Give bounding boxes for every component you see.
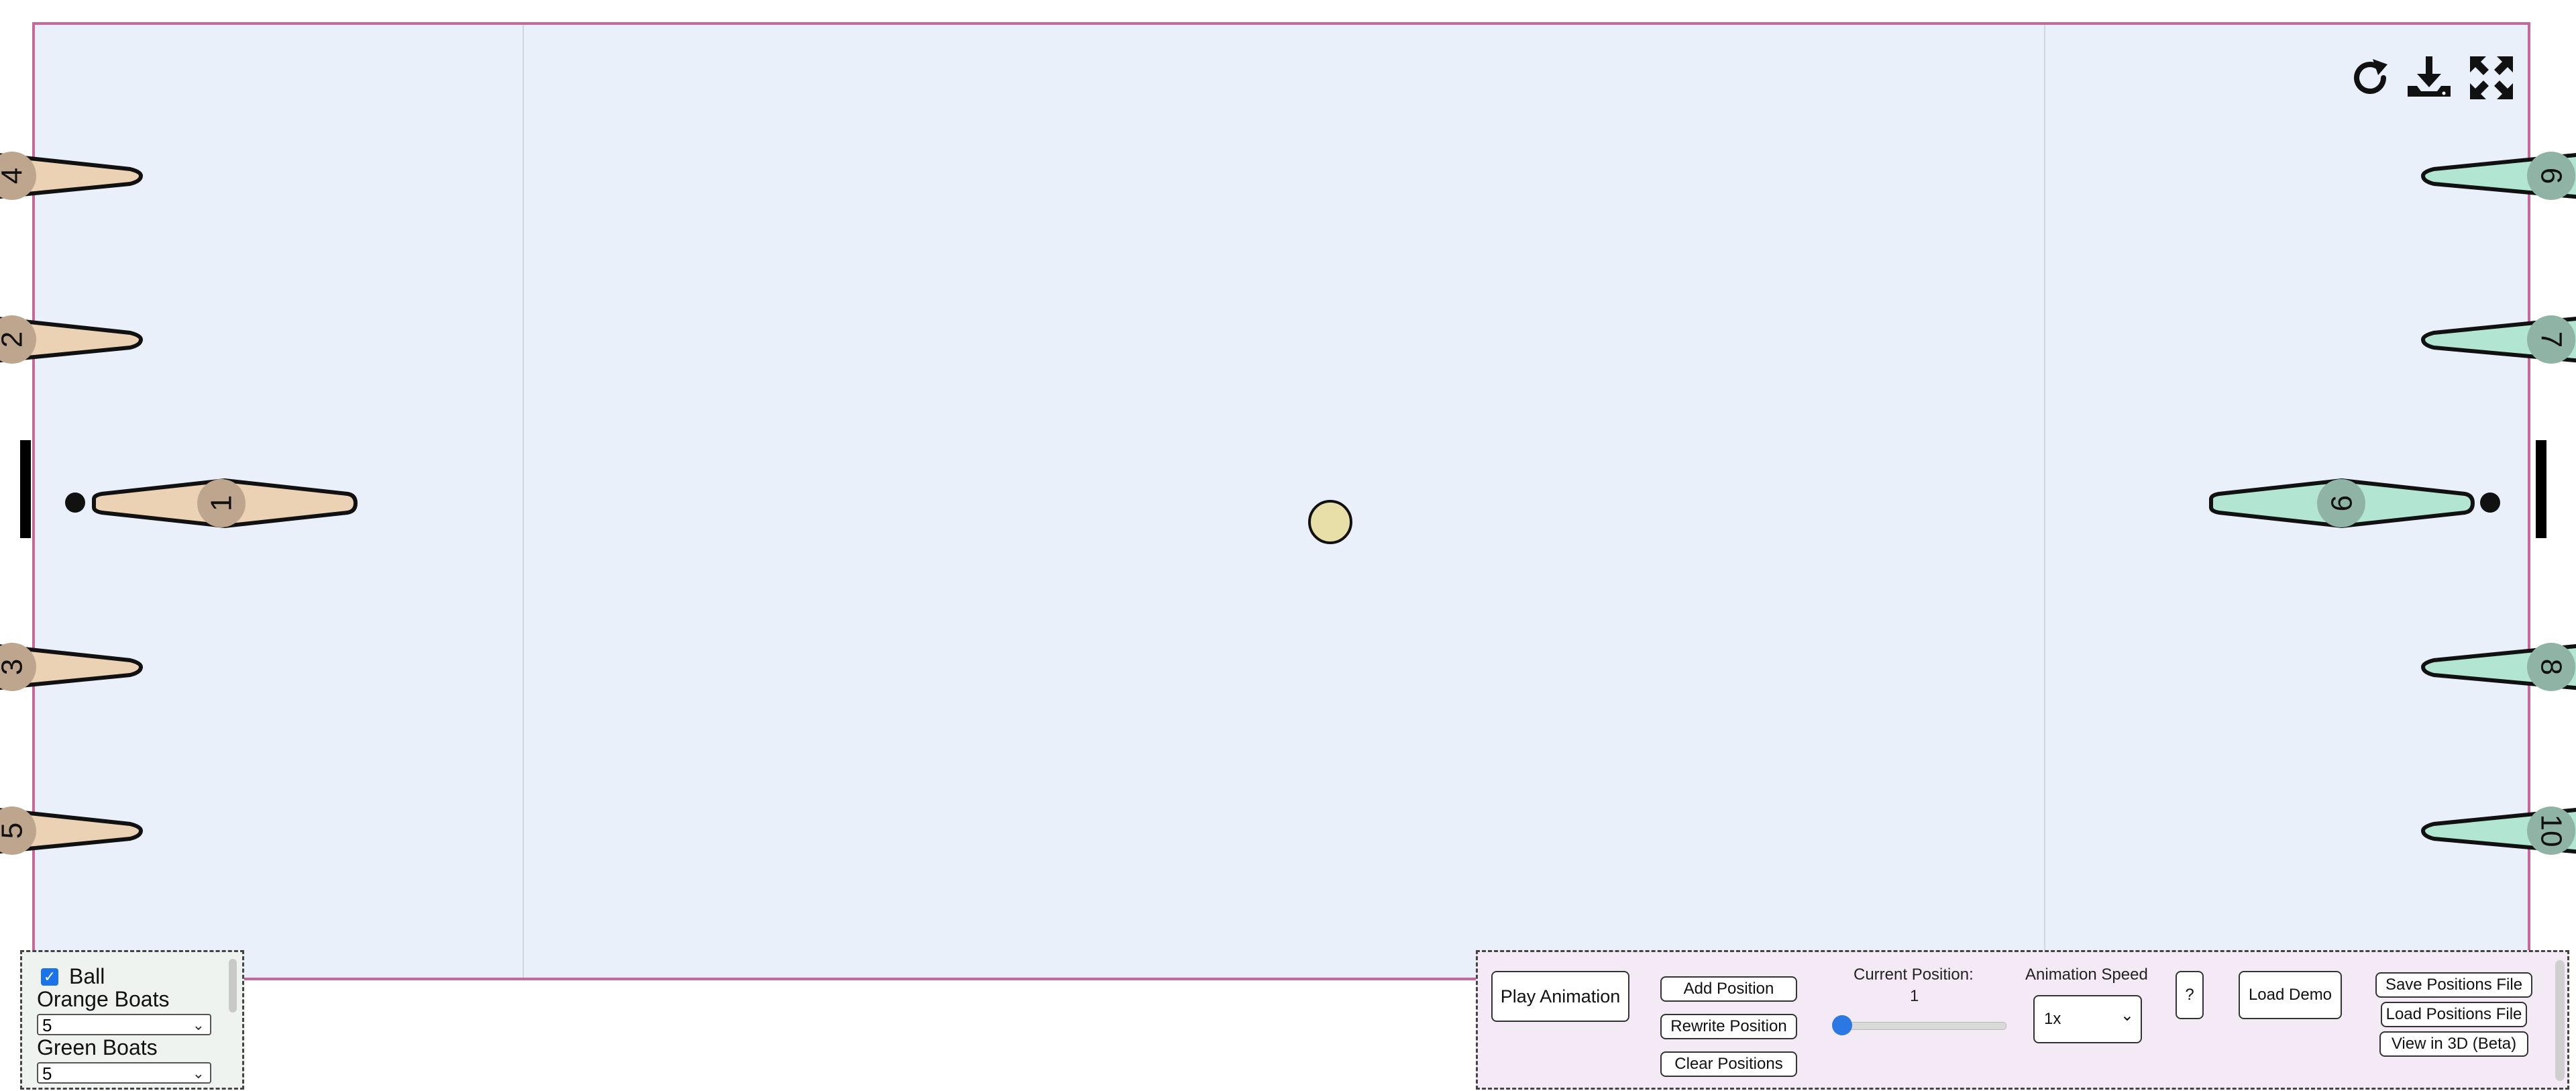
current-position-label: Current Position: xyxy=(1854,966,1974,984)
ball-checkbox[interactable]: ✓ xyxy=(41,968,58,986)
view-in-3d-button[interactable]: View in 3D (Beta) xyxy=(2379,1031,2528,1057)
animation-speed-select[interactable]: 1x ⌄ xyxy=(2033,995,2142,1043)
ball-label: Ball xyxy=(69,964,105,988)
play-animation-button[interactable]: Play Animation xyxy=(1491,971,1629,1022)
animation-speed-value: 1x xyxy=(2044,1010,2061,1028)
controls-scrollbar[interactable] xyxy=(2555,960,2565,1081)
download-icon[interactable] xyxy=(2404,52,2455,103)
fullscreen-icon[interactable] xyxy=(2466,52,2517,103)
position-slider-handle[interactable] xyxy=(1832,1015,1852,1035)
controls-panel: Play Animation Add Position Rewrite Posi… xyxy=(1476,950,2569,1090)
orange-boat-number: 4 xyxy=(0,168,29,184)
orange-boat-4[interactable]: 4 xyxy=(0,152,144,200)
position-slider-track[interactable] xyxy=(1833,1022,2006,1030)
orange-boat-3[interactable]: 3 xyxy=(0,643,144,691)
settings-scrollbar[interactable] xyxy=(229,959,237,1012)
orange-boat-number: 1 xyxy=(205,495,238,511)
orange-boat-2[interactable]: 2 xyxy=(0,315,144,364)
add-position-button[interactable]: Add Position xyxy=(1660,976,1797,1002)
save-positions-file-button[interactable]: Save Positions File xyxy=(2375,972,2532,998)
orange-boat-number: 3 xyxy=(0,659,29,675)
chevron-down-icon: ⌄ xyxy=(192,1017,205,1033)
chevron-down-icon: ⌄ xyxy=(2120,1006,2134,1025)
green-boat-number: 7 xyxy=(2535,331,2568,348)
green-boats-label: Green Boats xyxy=(37,1035,158,1059)
green-boat-number: 9 xyxy=(2325,495,2358,511)
boats-layer: 4 2 1 3 5 6 7 9 8 10 xyxy=(0,152,2576,855)
chevron-down-icon: ⌄ xyxy=(192,1065,205,1082)
green-boats-select-value: 5 xyxy=(42,1063,52,1084)
clear-positions-button[interactable]: Clear Positions xyxy=(1660,1051,1797,1077)
ball[interactable] xyxy=(1308,500,1352,544)
green-boat-6[interactable]: 6 xyxy=(2420,152,2576,200)
green-boat-7[interactable]: 7 xyxy=(2420,315,2576,364)
orange-boat-number: 5 xyxy=(0,823,29,839)
orange-boat-1[interactable]: 1 xyxy=(92,478,358,529)
help-button[interactable]: ? xyxy=(2176,971,2204,1019)
orange-boats-label: Orange Boats xyxy=(37,987,170,1011)
load-positions-file-button[interactable]: Load Positions File xyxy=(2381,1002,2527,1027)
animation-speed-label: Animation Speed xyxy=(2025,966,2148,984)
orange-boat-5[interactable]: 5 xyxy=(0,807,144,855)
green-boat-number: 10 xyxy=(2535,815,2568,847)
load-demo-button[interactable]: Load Demo xyxy=(2239,971,2342,1019)
rewrite-position-button[interactable]: Rewrite Position xyxy=(1660,1014,1797,1039)
orange-boats-select[interactable]: 5 ⌄ xyxy=(37,1014,211,1035)
orange-boat-number: 2 xyxy=(0,331,29,348)
green-boat-10[interactable]: 10 xyxy=(2420,807,2576,855)
orange-boats-select-value: 5 xyxy=(42,1015,52,1035)
green-boat-9[interactable]: 9 xyxy=(2209,478,2475,529)
green-boats-select[interactable]: 5 ⌄ xyxy=(37,1062,211,1084)
current-position-value: 1 xyxy=(1910,987,1919,1005)
green-boat-number: 8 xyxy=(2535,659,2568,675)
settings-panel: ✓ Ball Orange Boats 5 ⌄ Green Boats 5 ⌄ xyxy=(20,950,244,1090)
green-boat-number: 6 xyxy=(2535,168,2568,184)
green-boat-8[interactable]: 8 xyxy=(2420,643,2576,691)
refresh-icon[interactable] xyxy=(2345,52,2396,103)
